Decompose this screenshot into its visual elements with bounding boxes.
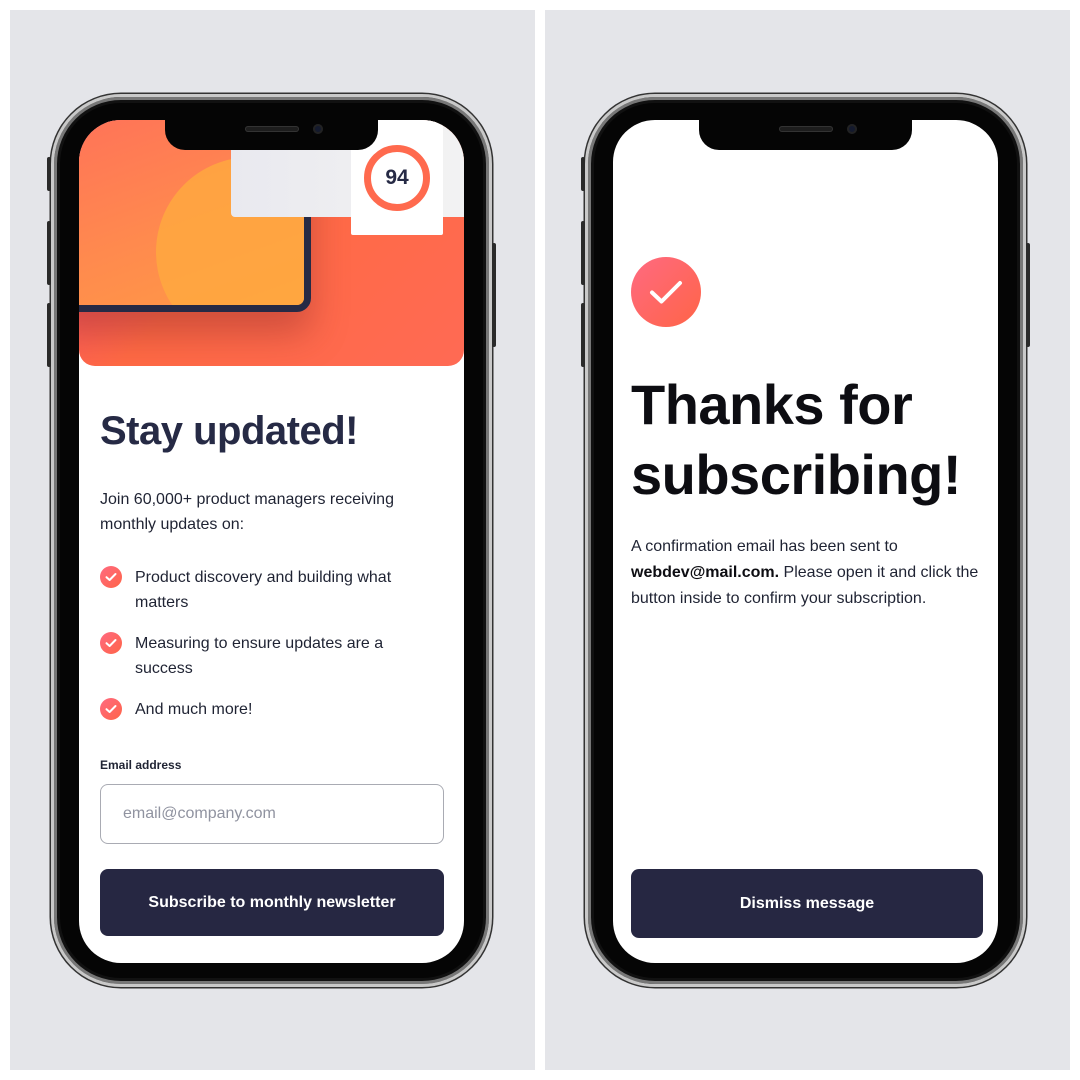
volume-up-button bbox=[581, 221, 585, 285]
score-ring: 94 bbox=[364, 145, 430, 211]
speaker-grille bbox=[779, 126, 833, 132]
phone-frame: Thanks for subscribing! A confirmation e… bbox=[581, 94, 1030, 987]
confirmation-text: A confirmation email has been sent to we… bbox=[631, 534, 991, 612]
success-title: Thanks for subscribing! bbox=[631, 373, 962, 506]
power-button bbox=[1026, 243, 1030, 347]
front-camera bbox=[313, 124, 323, 134]
feature-item: Product discovery and building what matt… bbox=[100, 565, 440, 615]
silent-switch bbox=[581, 157, 585, 191]
check-icon bbox=[100, 566, 122, 588]
feature-text: And much more! bbox=[135, 701, 253, 718]
feature-text: Measuring to ensure updates are a succes… bbox=[135, 635, 384, 677]
power-button bbox=[492, 243, 496, 347]
dismiss-button[interactable]: Dismiss message bbox=[631, 869, 983, 938]
speaker-grille bbox=[245, 126, 299, 132]
volume-down-button bbox=[581, 303, 585, 367]
volume-up-button bbox=[47, 221, 51, 285]
feature-item: And much more! bbox=[100, 697, 440, 722]
feature-text: Product discovery and building what matt… bbox=[135, 569, 392, 611]
confirmation-prefix: A confirmation email has been sent to bbox=[631, 538, 898, 555]
score-value: 94 bbox=[385, 166, 409, 189]
front-camera bbox=[847, 124, 857, 134]
email-label: Email address bbox=[100, 758, 182, 772]
volume-down-button bbox=[47, 303, 51, 367]
phone-notch bbox=[699, 120, 912, 150]
hero-illustration: 94 bbox=[79, 120, 464, 366]
check-icon bbox=[100, 632, 122, 654]
check-icon bbox=[100, 698, 122, 720]
subscribe-button[interactable]: Subscribe to monthly newsletter bbox=[100, 869, 444, 936]
silent-switch bbox=[47, 157, 51, 191]
email-input[interactable] bbox=[100, 784, 444, 844]
feature-item: Measuring to ensure updates are a succes… bbox=[100, 631, 440, 681]
signup-panel: 94 Stay updated! Join 60,000+ product ma… bbox=[10, 10, 535, 1070]
phone-notch bbox=[165, 120, 378, 150]
confirmation-email: webdev@mail.com. bbox=[631, 564, 780, 581]
phone-screen: Thanks for subscribing! A confirmation e… bbox=[613, 120, 998, 963]
phone-frame: 94 Stay updated! Join 60,000+ product ma… bbox=[47, 94, 496, 987]
page-title: Stay updated! bbox=[100, 409, 358, 453]
intro-text: Join 60,000+ product managers receiving … bbox=[100, 491, 394, 533]
check-circle-icon bbox=[631, 257, 701, 327]
success-panel: Thanks for subscribing! A confirmation e… bbox=[545, 10, 1070, 1070]
phone-screen: 94 Stay updated! Join 60,000+ product ma… bbox=[79, 120, 464, 963]
